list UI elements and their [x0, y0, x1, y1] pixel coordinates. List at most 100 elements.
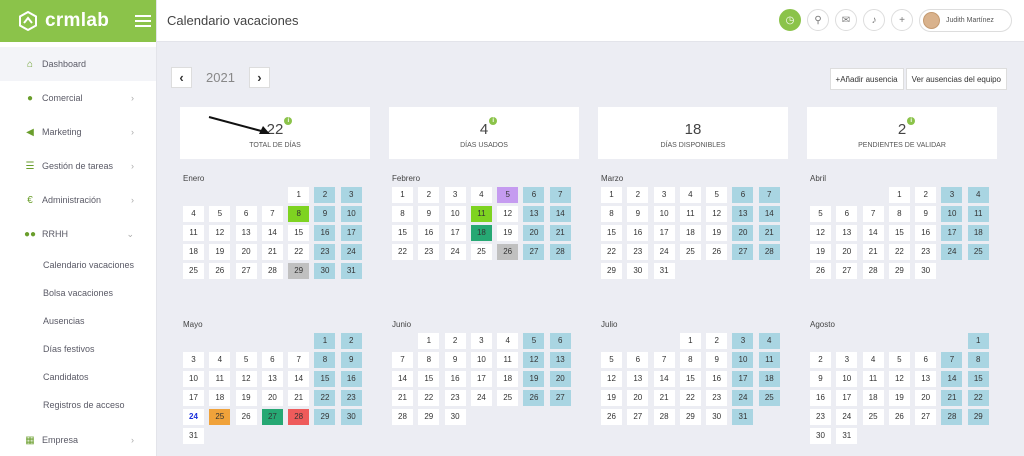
- day-cell[interactable]: 4: [183, 206, 204, 222]
- day-cell[interactable]: 1: [679, 333, 701, 349]
- day-cell[interactable]: 15: [967, 371, 989, 387]
- day-cell[interactable]: 25: [183, 263, 204, 279]
- day-cell[interactable]: 27: [732, 244, 754, 260]
- day-cell[interactable]: 10: [653, 206, 675, 222]
- day-cell[interactable]: 19: [888, 390, 910, 406]
- day-cell[interactable]: 15: [418, 371, 440, 387]
- day-cell[interactable]: 22: [967, 390, 989, 406]
- nav-calendario-vacaciones[interactable]: Calendario vacaciones: [0, 251, 156, 279]
- day-cell[interactable]: 14: [392, 371, 413, 387]
- day-cell[interactable]: 5: [601, 352, 622, 368]
- day-cell[interactable]: 4: [497, 333, 519, 349]
- day-cell[interactable]: 25: [209, 409, 231, 425]
- day-cell[interactable]: 11: [679, 206, 701, 222]
- add-absence-button[interactable]: +Añadir ausencia: [829, 68, 904, 90]
- day-cell[interactable]: 21: [653, 390, 675, 406]
- nav-marketing[interactable]: ◀ Marketing ›: [0, 115, 156, 149]
- nav-empresa[interactable]: ▦ Empresa ›: [0, 423, 156, 456]
- day-cell[interactable]: 12: [601, 371, 622, 387]
- day-cell[interactable]: 1: [967, 333, 989, 349]
- day-cell[interactable]: 6: [261, 352, 283, 368]
- day-cell[interactable]: 17: [470, 371, 492, 387]
- day-cell[interactable]: 4: [967, 187, 989, 203]
- day-cell[interactable]: 2: [810, 352, 831, 368]
- nav-administracion[interactable]: € Administración ›: [0, 183, 156, 217]
- user-menu[interactable]: Judith Martínez: [919, 9, 1012, 32]
- day-cell[interactable]: 28: [941, 409, 963, 425]
- day-cell[interactable]: 10: [732, 352, 754, 368]
- day-cell[interactable]: 12: [523, 352, 545, 368]
- day-cell[interactable]: 26: [209, 263, 231, 279]
- previous-year-button[interactable]: ‹: [171, 67, 192, 88]
- day-cell[interactable]: 18: [862, 390, 884, 406]
- day-cell[interactable]: 9: [444, 352, 466, 368]
- day-cell[interactable]: 16: [444, 371, 466, 387]
- day-cell[interactable]: 17: [183, 390, 204, 406]
- day-cell[interactable]: 1: [888, 187, 910, 203]
- day-cell[interactable]: 13: [235, 225, 257, 241]
- day-cell[interactable]: 21: [758, 225, 780, 241]
- day-cell[interactable]: 27: [627, 409, 649, 425]
- day-cell[interactable]: 1: [392, 187, 413, 203]
- day-cell[interactable]: 19: [810, 244, 831, 260]
- day-cell[interactable]: 18: [497, 371, 519, 387]
- day-cell[interactable]: 22: [601, 244, 622, 260]
- day-cell[interactable]: 21: [862, 244, 884, 260]
- day-cell[interactable]: 13: [549, 352, 571, 368]
- day-cell[interactable]: 17: [340, 225, 362, 241]
- day-cell[interactable]: 4: [679, 187, 701, 203]
- day-cell[interactable]: 6: [915, 352, 937, 368]
- day-cell[interactable]: 30: [340, 409, 362, 425]
- day-cell[interactable]: 9: [915, 206, 937, 222]
- notifications-button[interactable]: ♪: [863, 9, 885, 31]
- day-cell[interactable]: 23: [706, 390, 728, 406]
- day-cell[interactable]: 11: [758, 352, 780, 368]
- day-cell[interactable]: 27: [235, 263, 257, 279]
- day-cell[interactable]: 11: [862, 371, 884, 387]
- day-cell[interactable]: 31: [836, 428, 858, 444]
- day-cell[interactable]: 2: [444, 333, 466, 349]
- day-cell[interactable]: 14: [653, 371, 675, 387]
- nav-ausencias[interactable]: Ausencias: [0, 307, 156, 335]
- day-cell[interactable]: 4: [862, 352, 884, 368]
- day-cell[interactable]: 22: [288, 244, 310, 260]
- view-team-absences-button[interactable]: Ver ausencias del equipo: [905, 68, 1007, 90]
- day-cell[interactable]: 16: [706, 371, 728, 387]
- day-cell[interactable]: 14: [288, 371, 310, 387]
- day-cell[interactable]: 28: [288, 409, 310, 425]
- day-cell[interactable]: 12: [706, 206, 728, 222]
- day-cell[interactable]: 26: [810, 263, 831, 279]
- day-cell[interactable]: 4: [209, 352, 231, 368]
- day-cell[interactable]: 25: [758, 390, 780, 406]
- info-icon[interactable]: i: [284, 117, 293, 125]
- day-cell[interactable]: 18: [758, 371, 780, 387]
- day-cell[interactable]: 23: [418, 244, 440, 260]
- day-cell[interactable]: 29: [418, 409, 440, 425]
- nav-candidatos[interactable]: Candidatos: [0, 363, 156, 391]
- day-cell[interactable]: 23: [810, 409, 831, 425]
- day-cell[interactable]: 31: [653, 263, 675, 279]
- day-cell[interactable]: 18: [679, 225, 701, 241]
- day-cell[interactable]: 13: [523, 206, 545, 222]
- day-cell[interactable]: 29: [967, 409, 989, 425]
- nav-gestion-tareas[interactable]: ☰ Gestión de tareas ›: [0, 149, 156, 183]
- day-cell[interactable]: 26: [235, 409, 257, 425]
- nav-dias-festivos[interactable]: Días festivos: [0, 335, 156, 363]
- day-cell[interactable]: 14: [862, 225, 884, 241]
- day-cell[interactable]: 10: [836, 371, 858, 387]
- day-cell[interactable]: 17: [836, 390, 858, 406]
- day-cell[interactable]: 13: [261, 371, 283, 387]
- day-cell[interactable]: 22: [314, 390, 336, 406]
- day-cell[interactable]: 2: [915, 187, 937, 203]
- day-cell[interactable]: 21: [392, 390, 413, 406]
- day-cell[interactable]: 29: [679, 409, 701, 425]
- day-cell[interactable]: 31: [340, 263, 362, 279]
- day-cell[interactable]: 23: [627, 244, 649, 260]
- day-cell[interactable]: 29: [288, 263, 310, 279]
- day-cell[interactable]: 15: [679, 371, 701, 387]
- day-cell[interactable]: 16: [418, 225, 440, 241]
- day-cell[interactable]: 13: [732, 206, 754, 222]
- day-cell[interactable]: 30: [444, 409, 466, 425]
- day-cell[interactable]: 26: [706, 244, 728, 260]
- day-cell[interactable]: 10: [444, 206, 466, 222]
